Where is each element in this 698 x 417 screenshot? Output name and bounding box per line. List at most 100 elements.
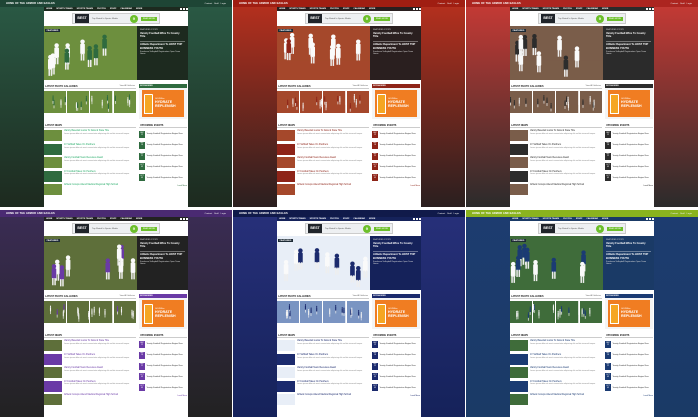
event-title[interactable]: Varsity Football Registration Begins Now (613, 177, 649, 179)
news-thumbnail[interactable] (510, 353, 528, 365)
sponsor-ad[interactable]: SPONSORED GOVENtm HYDRATE REPLENISH (139, 294, 187, 329)
nav-item-photos[interactable]: PHOTOS (97, 8, 106, 10)
ad-cta-button[interactable]: READ MORE (606, 16, 623, 21)
news-item[interactable]: Athletic Groups Attend Medical Regional … (277, 183, 369, 195)
gallery-thumbnail[interactable] (277, 301, 300, 323)
facebook-icon[interactable] (646, 8, 648, 10)
event-item[interactable]: OCT 03 Varsity Football Registration Begin… (372, 163, 420, 171)
event-item[interactable]: SEP 12 Varsity Football Registration Begin… (139, 340, 187, 349)
event-item[interactable]: OCT 03 Varsity Football Registration Begin… (372, 373, 420, 381)
nav-item-home[interactable]: HOME (46, 218, 52, 220)
event-title[interactable]: Varsity Football Registration Begins Now (147, 365, 183, 367)
nav-item-photos[interactable]: PHOTOS (330, 8, 339, 10)
news-thumbnail[interactable] (44, 367, 62, 379)
news-thumbnail[interactable] (277, 380, 295, 392)
instagram-icon[interactable] (186, 8, 188, 10)
facebook-icon[interactable] (413, 218, 415, 220)
event-title[interactable]: Varsity Football Registration Begins Now (380, 376, 416, 378)
event-item[interactable]: SEP 18 Varsity Football Registration Begin… (139, 141, 187, 149)
ad-cta-button[interactable]: READ MORE (140, 16, 157, 21)
event-item[interactable]: OCT 09 Varsity Football Registration Begin… (605, 384, 653, 392)
news-thumbnail[interactable] (44, 353, 62, 365)
instagram-icon[interactable] (419, 8, 421, 10)
news-item[interactable]: Varsity Baseball Looks To Defend State T… (277, 340, 369, 352)
gallery-thumbnail[interactable] (323, 301, 346, 323)
view-all-galleries-link[interactable]: View All Galleries (353, 85, 368, 87)
load-more-link[interactable]: Load More (372, 185, 420, 187)
hero-story[interactable]: Athletic Department To HOST TOP BUSINESS… (140, 43, 185, 55)
event-item[interactable]: OCT 03 Varsity Football Registration Begin… (605, 163, 653, 171)
news-item[interactable]: Varsity Football Team Receives Award Lore… (277, 367, 369, 379)
nav-item-staff[interactable]: STAFF (110, 8, 117, 10)
top-link-login[interactable]: Login (221, 213, 226, 215)
banner-ad[interactable]: BEST Top Rated In Sports Media 9 READ MO… (538, 13, 626, 24)
event-item[interactable]: SEP 12 Varsity Football Registration Begin… (372, 130, 420, 139)
event-item[interactable]: SEP 12 Varsity Football Registration Begin… (139, 130, 187, 139)
event-title[interactable]: Varsity Football Registration Begins Now (147, 155, 183, 157)
hero-story-title[interactable]: Athletic Department To HOST TOP BUSINESS… (140, 43, 185, 49)
news-thumbnail[interactable] (510, 157, 528, 169)
view-all-galleries-link[interactable]: View All Galleries (586, 85, 601, 87)
nav-item-sports-teams[interactable]: SPORTS TEAMS (56, 8, 72, 10)
nav-item-home[interactable]: HOME (279, 218, 285, 220)
nav-item-calendar[interactable]: CALENDAR (586, 8, 598, 10)
gallery-thumbnail[interactable] (346, 301, 369, 323)
top-link-login[interactable]: Login (454, 213, 459, 215)
view-all-galleries-link[interactable]: View All Galleries (120, 85, 135, 87)
news-thumbnail[interactable] (510, 143, 528, 155)
twitter-icon[interactable] (649, 8, 651, 10)
event-title[interactable]: Varsity Football Registration Begins Now (147, 376, 183, 378)
event-item[interactable]: OCT 09 Varsity Football Registration Begin… (372, 384, 420, 392)
event-title[interactable]: Varsity Football Registration Begins Now (613, 144, 649, 146)
instagram-icon[interactable] (652, 218, 654, 220)
news-thumbnail[interactable] (277, 393, 295, 405)
nav-item-photos[interactable]: PHOTOS (563, 218, 572, 220)
event-item[interactable]: SEP 18 Varsity Football Registration Begin… (372, 351, 420, 359)
twitter-icon[interactable] (416, 218, 418, 220)
news-item[interactable]: JV Softball Takes On Panthers Lorem ipsum… (277, 143, 369, 155)
event-title[interactable]: Varsity Football Registration Begins Now (380, 343, 416, 345)
news-thumbnail[interactable] (510, 170, 528, 182)
top-link-contact[interactable]: Contact (671, 213, 679, 215)
hero-story[interactable]: Athletic Department To HOST TOP BUSINESS… (373, 253, 418, 265)
hero-photo[interactable] (44, 236, 137, 290)
news-title[interactable]: Athletic Groups Attend Medical Regional … (530, 184, 584, 187)
news-item[interactable]: Varsity Baseball Looks To Defend State T… (44, 130, 136, 142)
event-title[interactable]: Varsity Football Registration Begins Now (613, 365, 649, 367)
event-item[interactable]: SEP 22 Varsity Football Registration Begin… (605, 152, 653, 160)
nav-item-sports-teams-2[interactable]: SPORTS TEAMS (77, 8, 93, 10)
view-all-galleries-link[interactable]: View All Galleries (120, 295, 135, 297)
event-title[interactable]: Varsity Football Registration Begins Now (380, 354, 416, 356)
nav-item-staff[interactable]: STAFF (343, 8, 350, 10)
news-title[interactable]: Athletic Groups Attend Medical Regional … (297, 394, 351, 397)
news-item[interactable]: JV Football Takes On Panthers Lorem ipsum… (44, 170, 136, 182)
nav-item-staff[interactable]: STAFF (110, 218, 117, 220)
news-item[interactable]: Athletic Groups Attend Medical Regional … (510, 393, 602, 405)
event-title[interactable]: Varsity Football Registration Begins Now (380, 133, 416, 135)
nav-item-sports-teams-2[interactable]: SPORTS TEAMS (77, 218, 93, 220)
view-all-galleries-link[interactable]: View All Galleries (586, 295, 601, 297)
news-thumbnail[interactable] (277, 157, 295, 169)
event-item[interactable]: OCT 03 Varsity Football Registration Begin… (605, 373, 653, 381)
news-title[interactable]: Athletic Groups Attend Medical Regional … (530, 394, 584, 397)
news-item[interactable]: Varsity Football Team Receives Award Lore… (44, 157, 136, 169)
event-item[interactable]: OCT 09 Varsity Football Registration Begin… (139, 174, 187, 182)
news-thumbnail[interactable] (510, 340, 528, 352)
load-more-link[interactable]: Load More (372, 395, 420, 397)
hero-story[interactable]: FEATURED STORY Varsity Football Wins To … (606, 239, 651, 248)
nav-item-more[interactable]: MORE (369, 218, 375, 220)
event-item[interactable]: OCT 03 Varsity Football Registration Begin… (139, 373, 187, 381)
event-title[interactable]: Varsity Football Registration Begins Now (380, 166, 416, 168)
top-link-login[interactable]: Login (687, 3, 692, 5)
news-item[interactable]: JV Softball Takes On Panthers Lorem ipsum… (510, 143, 602, 155)
gallery-thumbnail[interactable] (579, 91, 602, 113)
news-thumbnail[interactable] (44, 157, 62, 169)
event-item[interactable]: OCT 09 Varsity Football Registration Begin… (372, 174, 420, 182)
news-item[interactable]: JV Softball Takes On Panthers Lorem ipsum… (277, 353, 369, 365)
news-thumbnail[interactable] (510, 380, 528, 392)
nav-item-photos[interactable]: PHOTOS (563, 8, 572, 10)
event-title[interactable]: Varsity Football Registration Begins Now (147, 354, 183, 356)
hero-photo[interactable] (510, 26, 603, 80)
news-item[interactable]: JV Football Takes On Panthers Lorem ipsum… (277, 170, 369, 182)
hero-story-title[interactable]: Athletic Department To HOST TOP BUSINESS… (373, 43, 418, 49)
